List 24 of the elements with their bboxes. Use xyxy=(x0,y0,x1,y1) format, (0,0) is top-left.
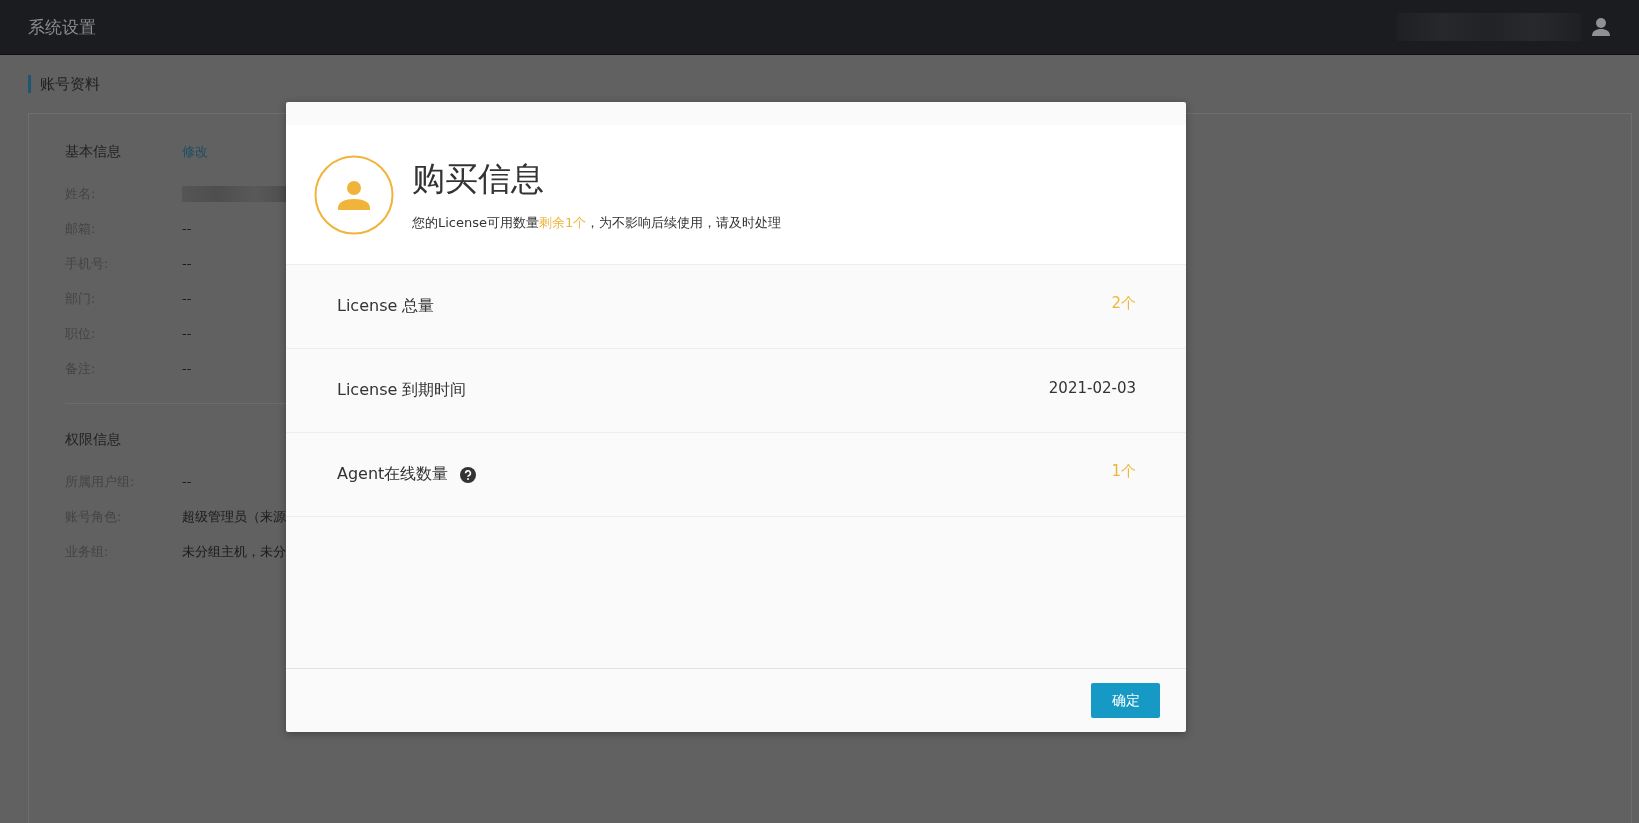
help-icon[interactable] xyxy=(460,466,477,483)
field-value: -- xyxy=(182,291,192,306)
field-value: 未分组主机，未分 xyxy=(182,542,286,561)
field-value: -- xyxy=(182,326,192,341)
page-title: 账号资料 xyxy=(28,75,100,93)
field-value: -- xyxy=(182,474,192,489)
field-value: 超级管理员（来源 xyxy=(182,507,286,526)
confirm-button[interactable]: 确定 xyxy=(1091,683,1160,718)
field-value: -- xyxy=(182,361,192,376)
row-label: License 总量 xyxy=(337,296,435,317)
dialog-title: 购买信息 xyxy=(412,158,545,200)
app-title: 系统设置 xyxy=(28,15,96,39)
field-value: -- xyxy=(182,256,192,271)
license-notice: 您的License可用数量剩余1个，为不影响后续使用，请及时处理 xyxy=(412,214,782,232)
row-label: License 到期时间 xyxy=(337,380,467,401)
row-value: 2个 xyxy=(1111,294,1136,313)
user-icon xyxy=(314,154,394,235)
row-value: 1个 xyxy=(1111,462,1136,481)
section-heading: 权限信息 xyxy=(65,431,122,449)
row-label: Agent在线数量 xyxy=(337,464,449,485)
field-value: -- xyxy=(182,221,192,236)
user-icon[interactable] xyxy=(1591,17,1611,37)
section-heading: 基本信息 xyxy=(65,143,122,161)
row-value: 2021-02-03 xyxy=(1048,378,1136,397)
